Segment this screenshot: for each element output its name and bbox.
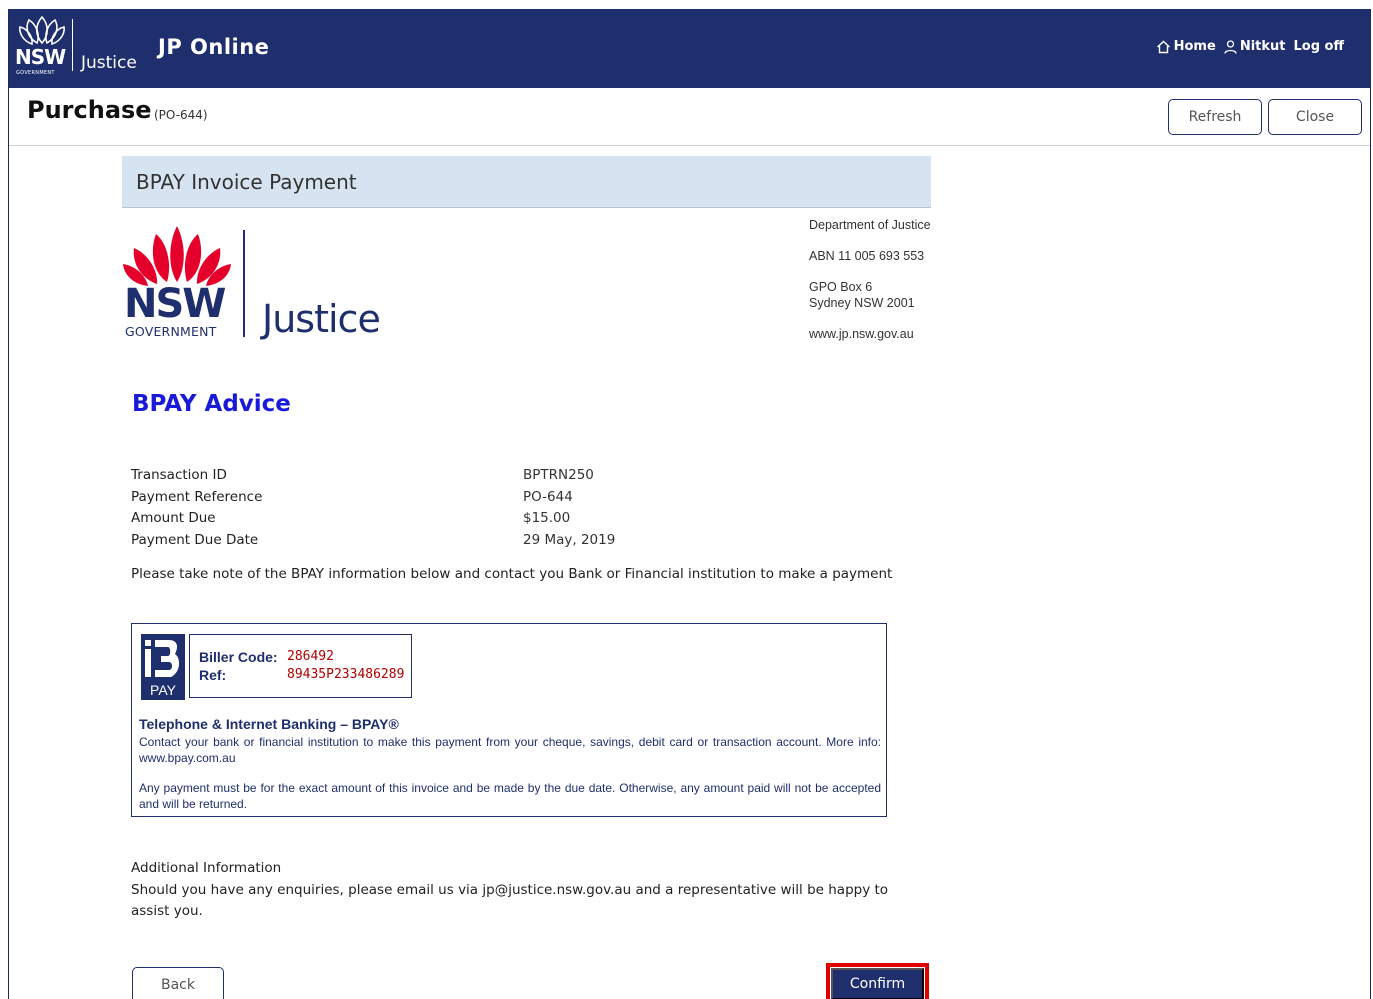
app-title: JP Online (158, 35, 270, 59)
invoice-content: BPAY Invoice Payment NSW GOVERNMENT Just… (122, 156, 931, 999)
home-icon (1156, 40, 1170, 53)
biller-box: Biller Code: 286492 Ref: 89435P233486289 (189, 634, 412, 698)
user-menu[interactable]: Nitkut (1224, 39, 1286, 54)
page-header: Purchase (PO-644) Refresh Close (9, 88, 1370, 146)
detail-label: Amount Due (131, 510, 216, 526)
bpay-logo-text: PAY (150, 682, 176, 698)
letterhead-justice-text: Justice (262, 297, 381, 341)
dept-address-line1: GPO Box 6 (809, 280, 873, 294)
dept-website: www.jp.nsw.gov.au (809, 327, 914, 341)
page-title: Purchase (27, 96, 152, 124)
letterhead-gov-text: GOVERNMENT (125, 324, 217, 339)
confirm-highlight: Confirm (826, 963, 929, 999)
back-button[interactable]: Back (132, 967, 224, 999)
bpay-b-icon (145, 640, 180, 677)
close-button[interactable]: Close (1268, 99, 1362, 135)
detail-label: Payment Reference (131, 488, 263, 505)
logo-nsw-text: NSW (15, 45, 66, 69)
dept-abn: ABN 11 005 693 553 (809, 249, 925, 263)
logo-justice-text: Justice (81, 53, 137, 73)
detail-label: Payment Due Date (131, 531, 259, 548)
additional-info: Additional Information Should you have a… (131, 858, 911, 923)
letterhead-divider (243, 230, 245, 337)
bpay-logo: PAY (141, 634, 185, 700)
detail-label: Transaction ID (131, 467, 227, 483)
user-name: Nitkut (1239, 39, 1286, 54)
detail-value: BPTRN250 (523, 467, 594, 483)
biller-code-label: Biller Code: (199, 649, 278, 665)
nsw-logo[interactable]: NSW GOVERNMENT (15, 15, 73, 77)
waratah-logo-icon (123, 226, 231, 286)
nsw-justice-logo: NSW GOVERNMENT Justice (122, 220, 402, 340)
letterhead-nsw-text: NSW (124, 281, 226, 327)
biller-code-value: 286492 (287, 649, 334, 664)
top-nav: Home Nitkut Log off (1156, 39, 1344, 54)
home-label: Home (1173, 39, 1216, 54)
detail-value: $15.00 (523, 510, 571, 526)
waratah-icon (19, 15, 65, 46)
advice-title: BPAY Advice (132, 391, 291, 417)
bpay-instructions: Contact your bank or financial instituti… (139, 735, 881, 765)
dept-name: Department of Justice (809, 218, 931, 232)
user-icon (1224, 39, 1237, 54)
department-details: Department of Justice ABN 11 005 693 553… (809, 217, 931, 342)
detail-value: PO-644 (523, 488, 573, 505)
detail-value: 29 May, 2019 (523, 531, 616, 548)
logoff-label: Log off (1293, 39, 1344, 54)
home-link[interactable]: Home (1156, 39, 1216, 54)
additional-heading: Additional Information (131, 860, 282, 876)
ref-label: Ref: (199, 667, 227, 683)
confirm-button[interactable]: Confirm (831, 968, 924, 999)
logoff-link[interactable]: Log off (1293, 39, 1344, 54)
dept-address-line2: Sydney NSW 2001 (809, 296, 915, 310)
payment-note: Please take note of the BPAY information… (131, 566, 893, 582)
ref-value: 89435P233486289 (287, 667, 405, 682)
top-bar: NSW GOVERNMENT Justice JP Online Home Ni… (9, 9, 1370, 88)
logo-gov-text: GOVERNMENT (16, 70, 55, 76)
logo-divider (72, 19, 73, 71)
bpay-warning: Any payment must be for the exact amount… (139, 781, 881, 811)
refresh-button[interactable]: Refresh (1168, 99, 1262, 135)
panel-title: BPAY Invoice Payment (122, 156, 931, 208)
additional-text: Should you have any enquiries, please em… (131, 881, 889, 920)
bpay-heading: Telephone & Internet Banking – BPAY® (139, 716, 399, 732)
page-subtitle: (PO-644) (154, 108, 208, 122)
bpay-box: PAY Biller Code: 286492 Ref: 89435P23348… (131, 623, 887, 817)
app-frame: NSW GOVERNMENT Justice JP Online Home Ni… (8, 9, 1371, 999)
